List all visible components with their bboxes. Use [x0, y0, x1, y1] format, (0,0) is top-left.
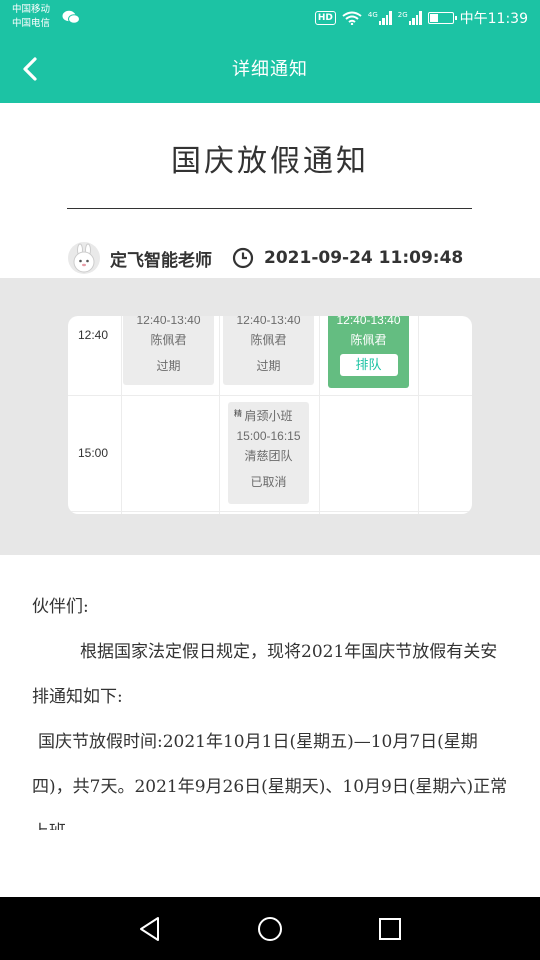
signal-4g-icon: 4G: [368, 11, 392, 25]
page-title: 详细通知: [232, 59, 308, 80]
slot-teacher: 陈佩君: [150, 333, 187, 347]
wechat-icon: [62, 10, 80, 24]
slot-time: 15:00-16:15: [236, 429, 301, 443]
notice-title: 国庆放假通知: [171, 144, 369, 179]
slot-status: 过期: [156, 359, 181, 373]
queue-button: 排队: [339, 354, 398, 376]
notice-meta: 定飞智能老师 2021-09-24 11:09:48: [68, 242, 463, 274]
hd-badge: HD: [314, 11, 336, 25]
grid-line: [68, 511, 472, 512]
slot-team: 清慈团队: [244, 449, 293, 463]
body-paragraph: 国庆节放假时间:2021年10月1日(星期五)—10月7日(星期四)，共7天。2…: [32, 732, 508, 830]
grid-line: [319, 316, 320, 514]
grid-line: [68, 395, 472, 396]
carrier-info: 中国移动 中国电信: [12, 3, 50, 31]
notice-body: 伙伴们: 根据国家法定假日规定，现将2021年国庆节放假有关安排通知如下: 国庆…: [32, 585, 512, 830]
nav-home-icon[interactable]: [254, 913, 286, 945]
back-chevron-icon[interactable]: [18, 56, 44, 82]
author-avatar: [68, 242, 100, 274]
wifi-icon: [342, 11, 362, 25]
schedule-slot-bookable: 12:40-13:40 陈佩君 排队: [328, 316, 409, 388]
title-divider: [67, 208, 472, 209]
schedule-slot: 12:40-13:40 陈佩君 过期: [123, 316, 214, 385]
grid-line: [418, 316, 419, 514]
slot-time: 12:40-13:40: [136, 316, 201, 327]
body-paragraph: 根据国家法定假日规定，现将2021年国庆节放假有关安排通知如下:: [32, 642, 498, 707]
signal-2g-icon: 2G: [398, 11, 422, 25]
app-header: 详细通知: [0, 36, 540, 103]
grid-line: [219, 316, 220, 514]
slot-time: 12:40-13:40: [236, 316, 301, 327]
schedule-slot: 精 肩颈小班 15:00-16:15 清慈团队 已取消: [228, 402, 309, 504]
time-label: 15:00: [78, 446, 109, 460]
signal-2g-label: 2G: [397, 11, 408, 19]
carrier-1: 中国移动: [12, 4, 51, 15]
author-name: 定飞智能老师: [110, 250, 212, 271]
slot-time: 12:40-13:40: [336, 316, 401, 327]
signal-4g-label: 4G: [367, 11, 378, 19]
clock-icon: [232, 247, 254, 269]
schedule-card: 12:40 15:00 12:40-13:40 陈佩君 过期 12:40-13:…: [68, 316, 472, 514]
time-label: 12:40: [78, 328, 109, 342]
grid-line: [121, 316, 122, 514]
status-time: 中午11:39: [459, 11, 528, 27]
slot-status: 过期: [256, 359, 281, 373]
publish-datetime: 2021-09-24 11:09:48: [264, 248, 464, 268]
rabbit-avatar-icon: [73, 243, 95, 273]
notice-image: 12:40 15:00 12:40-13:40 陈佩君 过期 12:40-13:…: [0, 278, 540, 555]
status-bar: 中国移动 中国电信 HD 4G 2G 中午11:39: [0, 0, 540, 36]
carrier-2: 中国电信: [12, 18, 51, 29]
slot-teacher: 陈佩君: [250, 333, 287, 347]
schedule-slot: 12:40-13:40 陈佩君 过期: [223, 316, 314, 385]
nav-recent-icon[interactable]: [374, 913, 406, 945]
featured-badge: 精: [234, 409, 242, 418]
slot-teacher: 陈佩君: [350, 333, 387, 347]
greeting: 伙伴们:: [32, 597, 89, 617]
nav-back-icon[interactable]: [134, 913, 166, 945]
battery-icon: [427, 12, 457, 24]
system-nav-bar: [0, 897, 540, 960]
slot-status: 已取消: [250, 475, 287, 489]
